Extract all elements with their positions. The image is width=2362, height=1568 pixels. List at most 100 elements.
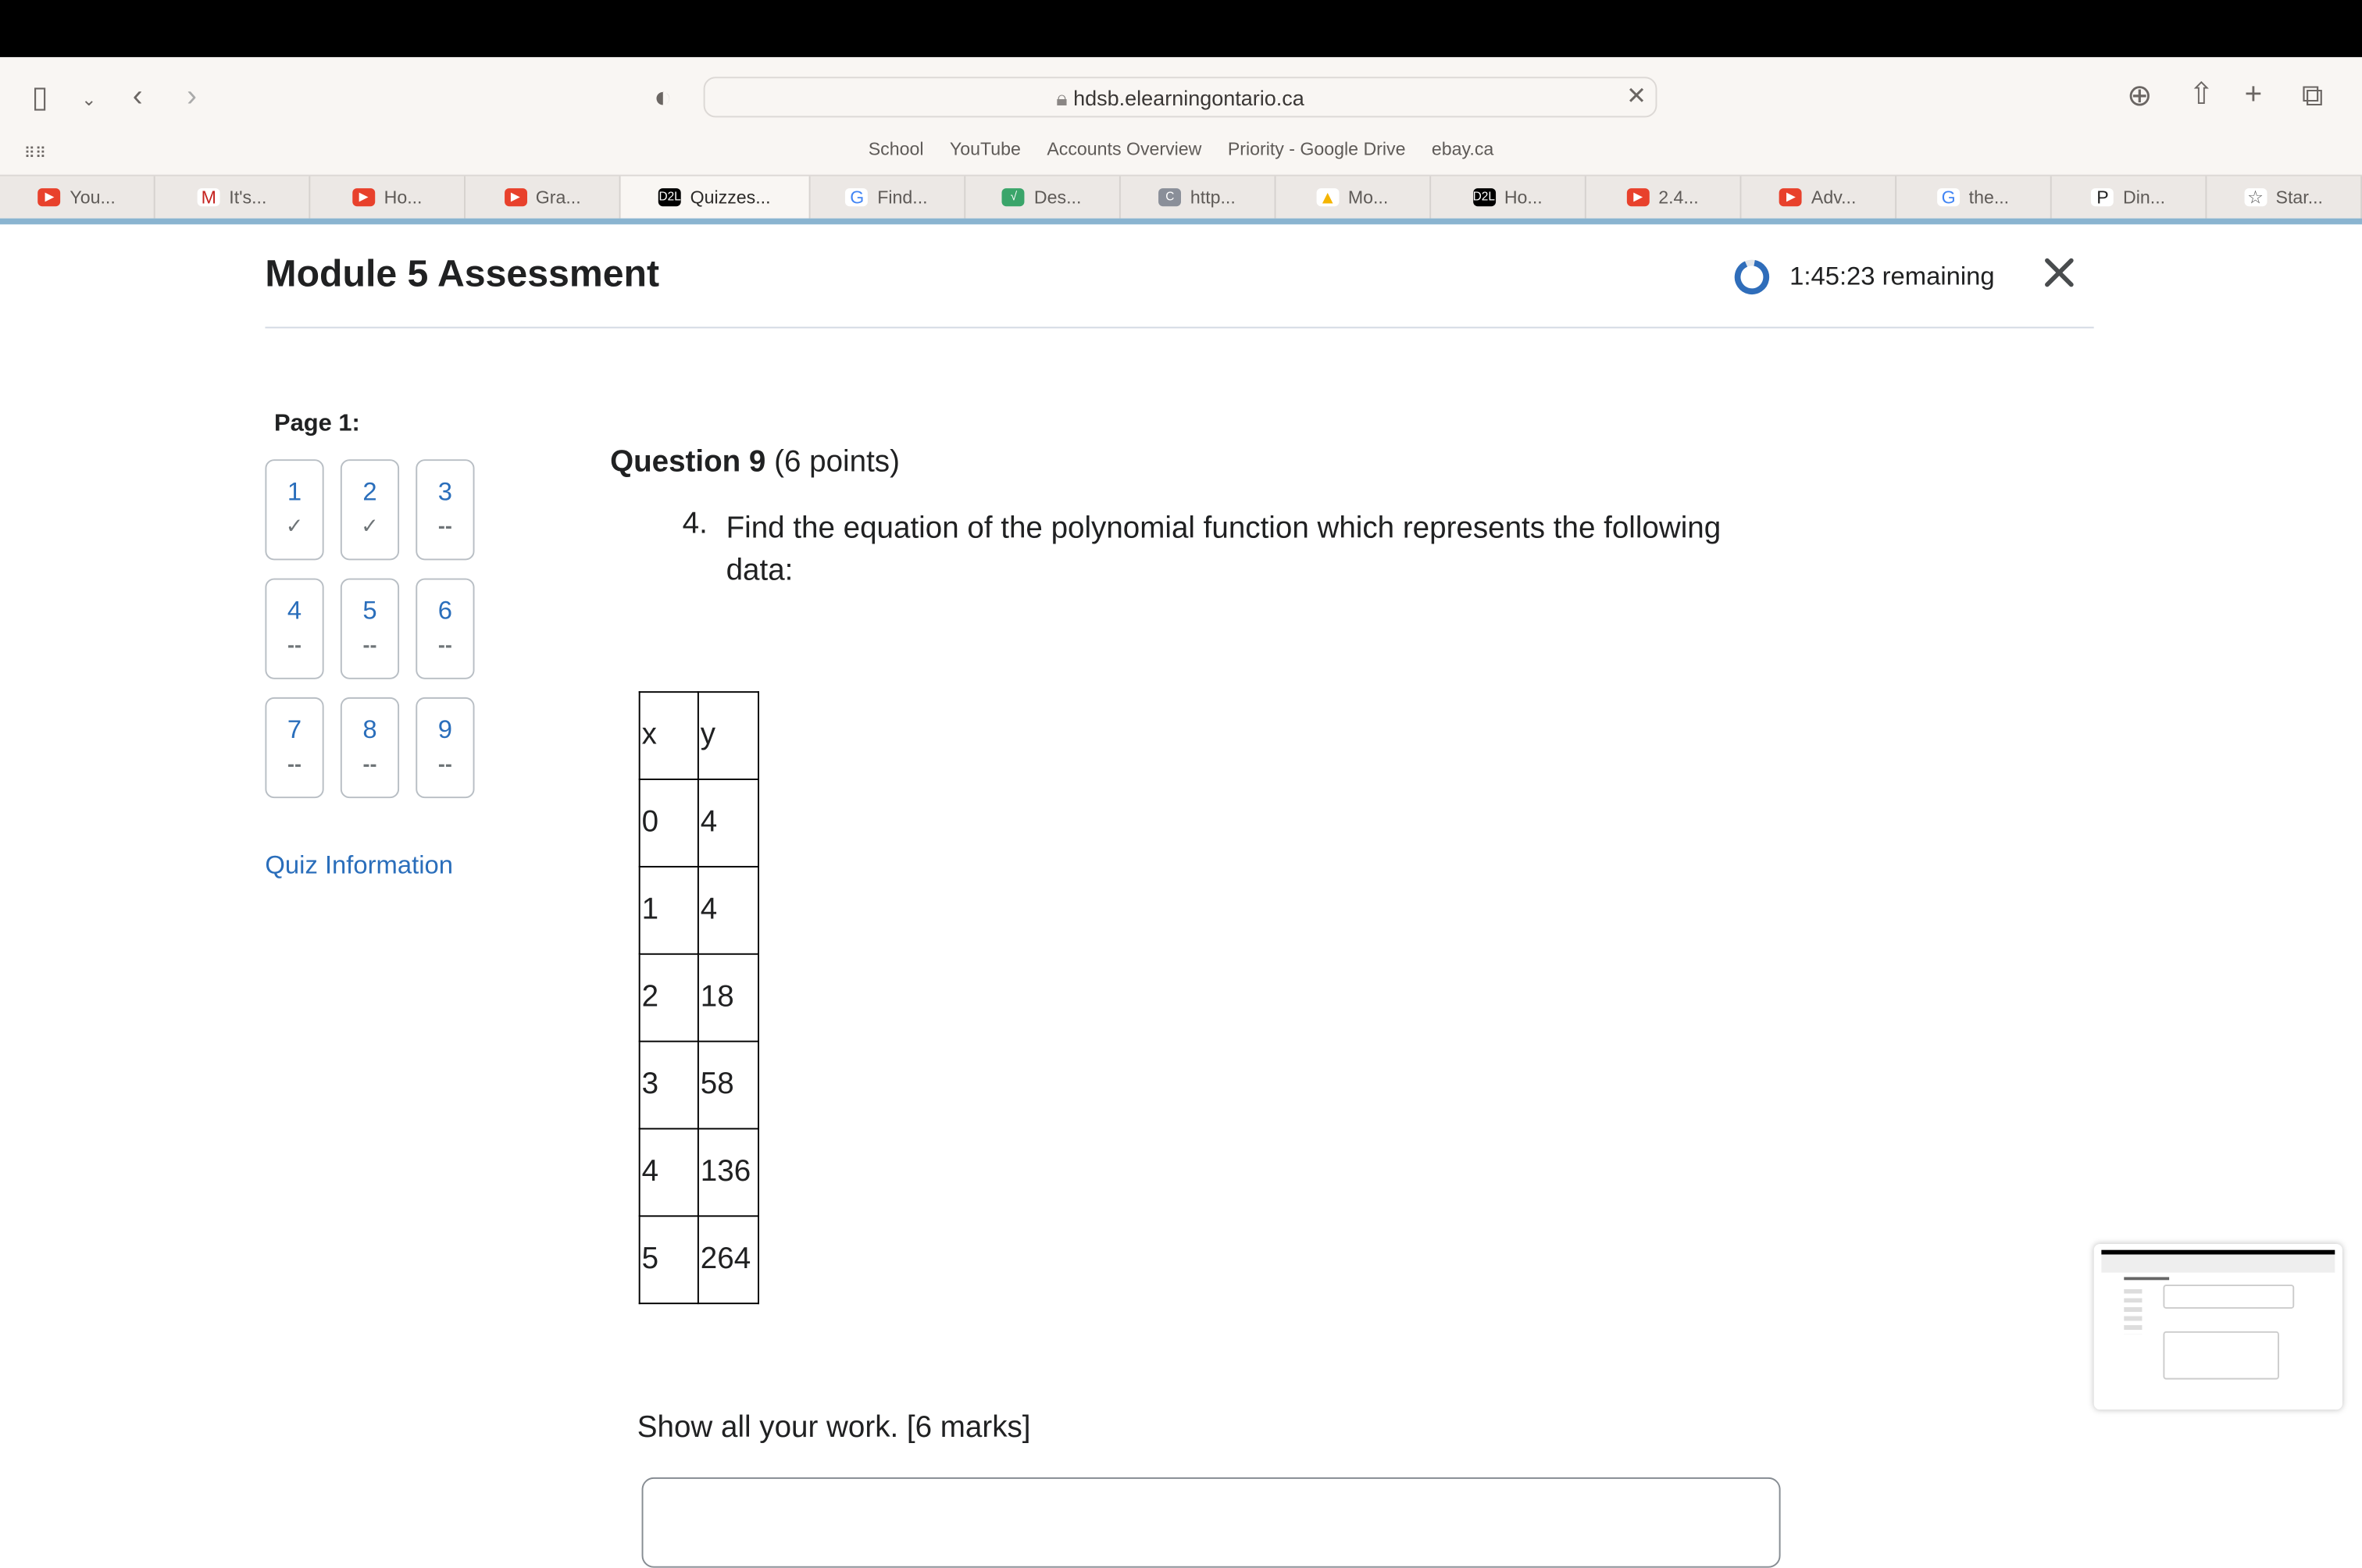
url-text: hdsb.elearningontario.ca [1073, 85, 1304, 110]
browser-tab[interactable]: ▲ Mo... [1276, 176, 1431, 219]
tab-label: Din... [2123, 187, 2166, 208]
table-cell: 0 [638, 779, 699, 868]
table-row: 4 136 [638, 1128, 759, 1217]
screenshot-thumbnail-preview[interactable] [2093, 1243, 2342, 1410]
youtube-icon: ▶ [1779, 188, 1803, 207]
bookmark[interactable]: YouTube [950, 138, 1021, 159]
table-cell: y [697, 691, 759, 780]
question-nav-button[interactable]: 5 -- [340, 578, 400, 679]
table-cell: 4 [638, 1128, 699, 1217]
browser-tab[interactable]: M It's... [155, 176, 311, 219]
menu-bar [0, 0, 2362, 58]
browser-tab[interactable]: √ Des... [965, 176, 1121, 219]
timer-progress-icon [1734, 259, 1770, 295]
question-number: 9 [437, 715, 453, 744]
question-number: 8 [362, 715, 377, 744]
browser-tab[interactable]: ☆ Star... [2207, 176, 2362, 219]
answer-textarea[interactable] [641, 1477, 1781, 1568]
browser-tab[interactable]: ▶ Gra... [466, 176, 621, 219]
clear-icon[interactable]: ✕ [1626, 83, 1647, 113]
bookmark[interactable]: Priority - Google Drive [1228, 138, 1406, 159]
bookmarks-bar: School YouTube Accounts Overview Priorit… [0, 138, 2362, 166]
browser-tab[interactable]: ▶ You... [0, 176, 155, 219]
browser-tab[interactable]: D2L Quizzes... [620, 176, 810, 219]
page-title: Module 5 Assessment [265, 252, 660, 295]
table-cell: 136 [697, 1128, 759, 1217]
youtube-icon: ▶ [504, 188, 527, 207]
tab-bar: ▶ You... M It's... ▶ Ho... ▶ Gra... D2L Quizzes..… [0, 174, 2362, 219]
unanswered-indicator: -- [437, 751, 452, 776]
data-table: x y 0 4 1 4 2 18 3 58 4 136 5 264 [638, 691, 759, 1305]
gmail-icon: M [197, 188, 220, 206]
question-number: 3 [437, 477, 453, 506]
browser-tab[interactable]: D2L Ho... [1431, 176, 1586, 219]
table-cell: 58 [697, 1040, 759, 1130]
timer-remaining: 1:45:23 remaining [1789, 262, 1995, 291]
youtube-icon: ▶ [1626, 188, 1650, 207]
question-title: Question 9 (6 points) [610, 446, 900, 480]
shield-icon[interactable]: ◐ [654, 83, 672, 113]
table-row: 3 58 [638, 1040, 759, 1130]
tab-overview-icon[interactable]: ⧉ [2302, 81, 2324, 112]
table-row: 04 [638, 779, 759, 868]
question-nav-button[interactable]: 3 -- [416, 459, 475, 561]
table-row: 2 18 [638, 953, 759, 1042]
tab-label: It's... [229, 187, 267, 208]
instruction-text: Show all your work. [6 marks] [637, 1411, 1031, 1445]
youtube-icon: ▶ [352, 188, 376, 207]
question-nav-button[interactable]: 7 -- [265, 697, 324, 799]
tab-label: http... [1190, 187, 1236, 208]
question-label: Question 9 [610, 445, 766, 479]
share-icon[interactable]: ⇧ [2189, 80, 2214, 110]
question-text: Find the equation of the polynomial func… [726, 511, 1722, 588]
question-nav-button[interactable]: 4 -- [265, 578, 324, 679]
question-nav-button[interactable]: 6 -- [416, 578, 475, 679]
table-header-row: xy [638, 691, 759, 780]
question-points: (6 points) [774, 445, 900, 479]
tab-label: Adv... [1811, 187, 1857, 208]
question-nav-button[interactable]: 8 -- [340, 697, 400, 799]
question-nav-button[interactable]: 2 ✓ [340, 459, 400, 561]
d2l-icon: D2L [1472, 188, 1496, 207]
bookmark[interactable]: School [869, 138, 924, 159]
item-number: 4. [682, 507, 708, 541]
lock-icon: 🔒︎ [1056, 85, 1074, 110]
chevron-down-icon[interactable]: ⌄ [81, 84, 96, 115]
unanswered-indicator: -- [437, 632, 452, 657]
bookmark[interactable]: ebay.ca [1432, 138, 1493, 159]
quiz-information-link[interactable]: Quiz Information [265, 851, 453, 882]
browser-tab[interactable]: Gthe... [1896, 176, 2052, 219]
question-number: 4 [287, 596, 302, 625]
new-tab-icon[interactable]: + [2245, 80, 2263, 110]
sidebar-icon[interactable]: ▯ [31, 83, 48, 113]
browser-tab[interactable]: ▶ Adv... [1741, 176, 1896, 219]
p-icon: P [2091, 188, 2114, 206]
browser-tab[interactable]: P Din... [2051, 176, 2207, 219]
table-cell: 18 [697, 953, 759, 1042]
browser-tab[interactable]: ▶ 2.4... [1586, 176, 1742, 219]
google-drive-icon: ▲ [1316, 188, 1340, 206]
browser-tab[interactable]: Chttp... [1120, 176, 1276, 219]
bookmark[interactable]: Accounts Overview [1047, 138, 1201, 159]
back-icon[interactable]: ‹ [133, 81, 143, 112]
c-icon: C [1158, 188, 1182, 207]
question-number: 2 [362, 477, 377, 506]
question-nav-button[interactable]: 9 -- [416, 697, 475, 799]
question-nav-button[interactable]: 1 ✓ [265, 459, 324, 561]
table-row: 14 [638, 865, 759, 955]
check-icon: ✓ [285, 513, 304, 538]
table-cell: x [638, 691, 699, 780]
unanswered-indicator: -- [362, 751, 377, 776]
table-cell: 2 [638, 953, 699, 1042]
download-icon[interactable]: ⊕ [2127, 81, 2152, 112]
question-number: 1 [287, 477, 302, 506]
table-cell: 3 [638, 1040, 699, 1130]
browser-tab[interactable]: G Find... [810, 176, 965, 219]
forward-icon[interactable]: › [187, 81, 197, 112]
unanswered-indicator: -- [437, 513, 452, 538]
table-cell: 4 [697, 865, 759, 955]
tab-label: Gra... [535, 187, 581, 208]
address-bar[interactable]: 🔒︎ hdsb.elearningontario.ca ✕ [703, 77, 1657, 118]
browser-tab[interactable]: ▶ Ho... [310, 176, 466, 219]
close-icon[interactable] [2043, 256, 2075, 289]
